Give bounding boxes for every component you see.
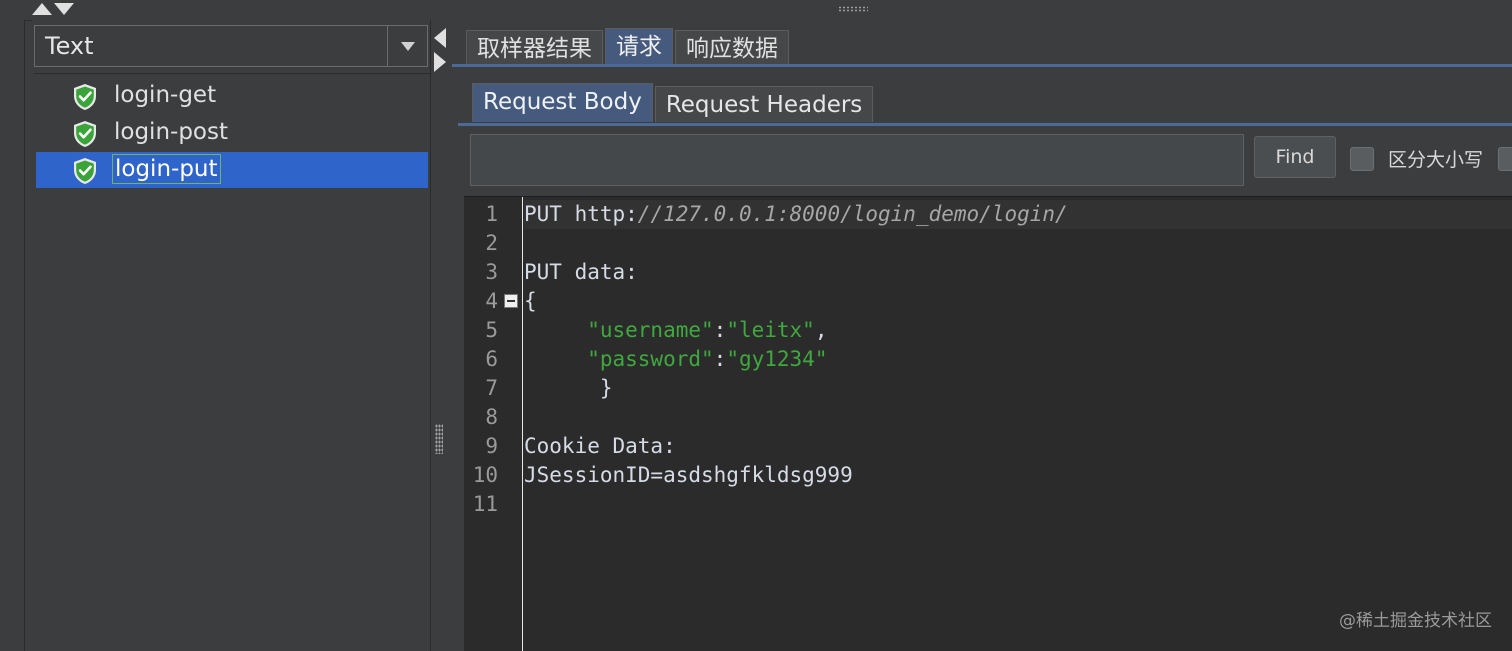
tab-request-headers[interactable]: Request Headers	[654, 86, 874, 122]
line-number: 5	[485, 318, 498, 342]
top-toolbar-strip	[0, 0, 1512, 21]
code-line-6: "password":"gy1234"	[524, 345, 1512, 374]
code-line-9: Cookie Data:	[524, 434, 676, 458]
case-sensitive-checkbox[interactable]	[1350, 147, 1374, 171]
splitter-grip-icon[interactable]	[435, 424, 443, 454]
result-tabs: 取样器结果 请求 响应数据	[466, 28, 791, 66]
json-comma: ,	[814, 318, 828, 342]
tree-item-label: login-post	[114, 119, 229, 145]
code-line-3: PUT data:	[524, 260, 638, 284]
tree-item-label: login-get	[114, 82, 217, 108]
panel-splitter[interactable]	[430, 20, 453, 651]
url-path: //127.0.0.1:8000/login_demo/login/	[637, 202, 1068, 226]
renderer-select[interactable]: Text	[34, 25, 428, 67]
line-number: 7	[485, 376, 498, 400]
request-body-editor[interactable]: 1 2 3 4 5 6 7 8 9 10 11 PUT http://127.0…	[464, 196, 1512, 651]
line-number: 9	[485, 434, 498, 458]
find-button[interactable]: Find	[1254, 136, 1336, 178]
line-number: 4	[485, 289, 498, 313]
watermark: @稀土掘金技术社区	[1339, 611, 1492, 631]
line-number: 2	[485, 231, 498, 255]
success-shield-icon	[74, 84, 96, 110]
code-line-4: {	[524, 289, 537, 313]
top-drag-grip-icon[interactable]	[838, 6, 868, 12]
url-scheme: http:	[574, 202, 638, 226]
line-number: 3	[485, 260, 498, 284]
tree-item-login-get[interactable]: login-get	[36, 78, 428, 114]
search-input[interactable]	[470, 134, 1244, 186]
results-tree-panel: Text login-get login-post login-put	[32, 20, 430, 651]
case-sensitive-label: 区分大小写	[1388, 149, 1484, 171]
request-subtabs: Request Body Request Headers	[472, 83, 875, 123]
success-shield-icon	[74, 121, 96, 147]
fold-collapse-icon[interactable]	[504, 294, 518, 308]
tab-request[interactable]: 请求	[605, 28, 673, 66]
json-value: "gy1234"	[726, 347, 828, 371]
collapse-left-icon[interactable]	[434, 28, 446, 48]
regex-checkbox[interactable]	[1498, 147, 1512, 171]
left-edge-gutter	[0, 20, 25, 651]
collapse-up-icon[interactable]	[32, 3, 52, 15]
sampler-result-tree: login-get login-post login-put	[34, 73, 430, 651]
line-number: 1	[485, 202, 498, 226]
tree-item-login-post[interactable]: login-post	[36, 115, 428, 151]
http-method: PUT	[524, 202, 575, 226]
code-line-5: "username":"leitx",	[524, 316, 1512, 345]
jmeter-results-window: Text login-get login-post login-put 取样器结…	[0, 0, 1512, 651]
request-body-content: Find 区分大小写 1 2 3 4 5 6 7 8 9 10 11 PUT h…	[458, 123, 1512, 651]
line-number: 6	[485, 347, 498, 371]
request-tab-content: Request Body Request Headers Find 区分大小写 …	[452, 64, 1512, 651]
tab-response-data[interactable]: 响应数据	[675, 30, 789, 64]
line-number: 11	[472, 492, 498, 516]
json-key: "username"	[587, 318, 714, 342]
success-shield-icon	[74, 158, 96, 184]
expand-right-icon[interactable]	[434, 52, 446, 72]
line-number: 8	[485, 405, 498, 429]
tree-item-label: login-put	[112, 154, 221, 184]
code-line-10: JSessionID=asdshgfkldsg999	[524, 463, 853, 487]
json-colon: :	[713, 318, 727, 342]
code-line-1: PUT http://127.0.0.1:8000/login_demo/log…	[524, 200, 1512, 229]
tab-request-body[interactable]: Request Body	[472, 83, 653, 122]
code-line-7: }	[524, 376, 613, 400]
dropdown-divider	[387, 26, 388, 66]
result-detail-panel: 取样器结果 请求 响应数据 Request Body Request Heade…	[452, 20, 1512, 651]
renderer-select-value: Text	[45, 32, 94, 60]
expand-down-icon[interactable]	[54, 3, 74, 15]
tab-sampler-result[interactable]: 取样器结果	[466, 30, 603, 64]
json-key: "password"	[587, 347, 714, 371]
line-number-gutter: 1 2 3 4 5 6 7 8 9 10 11	[464, 197, 523, 651]
tree-item-login-put[interactable]: login-put	[36, 152, 428, 188]
json-colon: :	[713, 347, 727, 371]
collapse-arrows[interactable]	[32, 3, 74, 15]
chevron-down-icon[interactable]	[401, 42, 415, 51]
json-value: "leitx"	[726, 318, 815, 342]
line-number: 10	[472, 463, 498, 487]
